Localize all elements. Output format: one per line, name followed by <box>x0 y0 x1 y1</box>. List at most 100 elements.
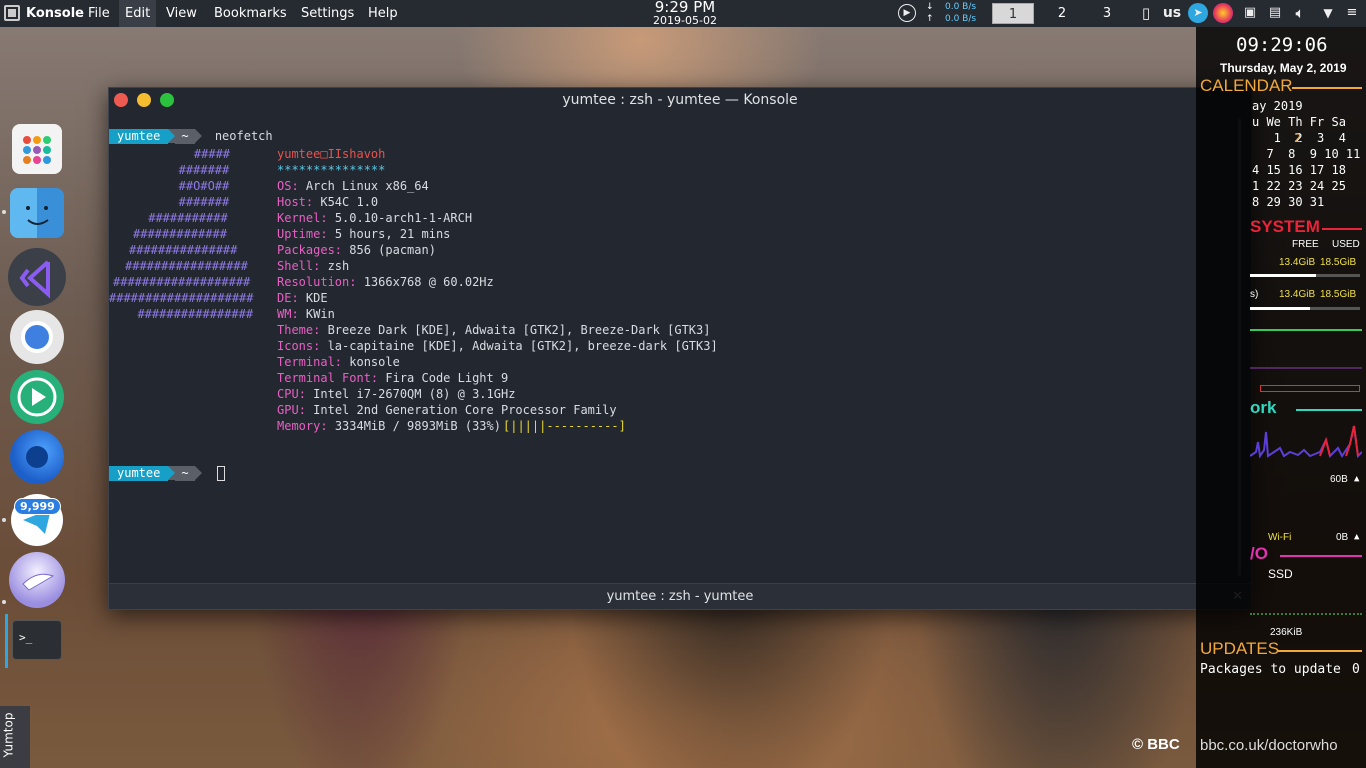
play-icon <box>17 377 57 417</box>
up-arrow-icon: ▲ <box>1354 474 1360 484</box>
network-graph <box>1250 425 1362 458</box>
info-key: CPU <box>277 387 299 401</box>
desktop-2[interactable]: 2 <box>1041 3 1083 24</box>
menu-help[interactable]: Help <box>362 0 404 27</box>
prompt-user: yumtee <box>109 129 169 144</box>
info-colon: : <box>291 291 306 305</box>
konsole-icon[interactable]: >_ <box>12 620 62 660</box>
network-header: ork <box>1250 398 1277 417</box>
swap-bar-fill <box>1250 307 1310 310</box>
info-colon: : <box>320 419 335 433</box>
tab-bar[interactable]: yumtee : zsh - yumtee ✕ <box>109 583 1251 609</box>
info-row: OS: Arch Linux x86_64 <box>277 178 429 194</box>
desktop-3[interactable]: 3 <box>1086 3 1128 24</box>
kmail-icon[interactable] <box>9 552 65 608</box>
info-value: Intel 2nd Generation Core Processor Fami… <box>313 403 617 417</box>
chromium-icon[interactable] <box>10 310 64 364</box>
firefox-icon[interactable] <box>10 430 64 484</box>
dock: 9,999 >_ <box>0 122 72 692</box>
conky-time: 09:29:06 <box>1236 34 1328 56</box>
calendar-week: 1 22 23 24 25 <box>1252 179 1346 193</box>
yumtop-panel[interactable]: Yumtop <box>0 706 30 768</box>
logo-line: #################### <box>109 291 254 305</box>
logo-line: ################# <box>125 259 248 273</box>
maximize-button[interactable] <box>160 93 174 107</box>
volume-icon[interactable]: 🔈︎ <box>1290 3 1310 23</box>
app-launcher-icon[interactable] <box>12 124 62 174</box>
menu-bookmarks[interactable]: Bookmarks <box>208 0 293 27</box>
free-label: FREE <box>1292 239 1319 250</box>
ram-used: 18.5GiB <box>1320 257 1357 268</box>
running-indicator <box>2 210 6 214</box>
running-indicator <box>2 518 6 522</box>
info-colon: : <box>298 387 314 401</box>
separator-line: *************** <box>277 163 386 177</box>
telegram-tray-icon[interactable]: ➤ <box>1188 3 1208 23</box>
calendar-week: 8 29 30 31 <box>1252 195 1325 209</box>
logo-line: ##O#O## <box>157 179 230 193</box>
info-colon: : <box>349 275 364 289</box>
prompt-separator <box>168 466 176 480</box>
clipboard-icon[interactable]: ▤ <box>1265 3 1285 23</box>
clock[interactable]: 9:29 PM 2019-05-02 <box>640 0 730 26</box>
menu-file[interactable]: File <box>82 0 116 27</box>
info-key: Host <box>277 195 306 209</box>
info-colon: : <box>370 371 386 385</box>
info-key: Memory <box>277 419 321 433</box>
keyboard-layout[interactable]: us <box>1160 3 1184 23</box>
info-colon: : <box>291 307 306 321</box>
updates-count: 0 <box>1352 662 1360 677</box>
phone-icon[interactable]: ▯ <box>1136 3 1156 23</box>
finder-icon[interactable] <box>10 188 64 238</box>
net-total: 60B <box>1330 474 1348 485</box>
menu-settings[interactable]: Settings <box>295 0 360 27</box>
info-colon: : <box>313 323 328 337</box>
visual-studio-code-icon[interactable] <box>8 248 66 306</box>
conky-widget: 09:29:06 Thursday, May 2, 2019 CALENDAR … <box>1196 27 1366 768</box>
menu-edit[interactable]: Edit <box>119 0 157 27</box>
tab-title[interactable]: yumtee : zsh - yumtee <box>607 589 754 604</box>
info-key: WM <box>277 307 292 321</box>
wifi-up-icon: ▲ <box>1354 532 1360 542</box>
finder-face-icon <box>26 206 49 225</box>
cpu-graph-line <box>1250 367 1362 369</box>
io-value: 236KiB <box>1270 627 1303 638</box>
info-value: 856 (pacman) <box>349 243 436 257</box>
info-value: KDE <box>305 291 328 305</box>
close-button[interactable] <box>114 93 128 107</box>
info-row: DE: KDE <box>277 290 328 306</box>
wifi-rate: 0B <box>1336 532 1349 543</box>
clock-time: 9:29 PM <box>654 0 716 16</box>
firefox-tray-icon[interactable] <box>1213 3 1233 23</box>
calendar-week: 4 15 16 17 18 <box>1252 163 1346 177</box>
calendar-header: CALENDAR <box>1200 76 1293 95</box>
tray-expand-icon[interactable]: ▼ <box>1318 3 1338 23</box>
terminal-prompt-icon: >_ <box>19 631 33 644</box>
media-player-icon[interactable] <box>10 370 64 424</box>
info-colon: : <box>305 195 321 209</box>
user-host: yumtee□IIshavoh <box>277 147 386 161</box>
info-key: GPU <box>277 403 299 417</box>
info-value: 1366x768 @ 60.02Hz <box>363 275 494 289</box>
minimize-button[interactable] <box>137 93 151 107</box>
info-row: Shell: zsh <box>277 258 349 274</box>
menu-view[interactable]: View <box>160 0 203 27</box>
screenshot-icon[interactable]: ▣ <box>1240 3 1260 23</box>
media-play-icon[interactable]: ▶ <box>898 4 916 22</box>
net-up-value: 0.0 B/s <box>944 14 977 24</box>
info-colon: : <box>320 211 335 225</box>
konsole-window[interactable]: yumtee : zsh - yumtee — Konsole yumtee ~ … <box>108 87 1252 610</box>
top-panel: Konsole File Edit View Bookmarks Setting… <box>0 0 1366 27</box>
info-colon: : <box>334 243 350 257</box>
prompt-separator <box>194 129 202 143</box>
prompt-separator <box>168 129 176 143</box>
bird-icon <box>22 573 55 591</box>
info-colon: : <box>313 339 328 353</box>
terminal-area[interactable]: yumtee ~ neofetch ##### ####### ##O#O## #… <box>109 126 1239 566</box>
title-bar[interactable]: yumtee : zsh - yumtee — Konsole <box>109 88 1251 113</box>
io-rule <box>1280 555 1362 557</box>
desktop-1[interactable]: 1 <box>992 3 1034 24</box>
active-app-name[interactable]: Konsole <box>26 6 84 21</box>
info-key: Theme <box>277 323 314 337</box>
menu-lines-icon[interactable]: ≡ <box>1342 3 1362 23</box>
